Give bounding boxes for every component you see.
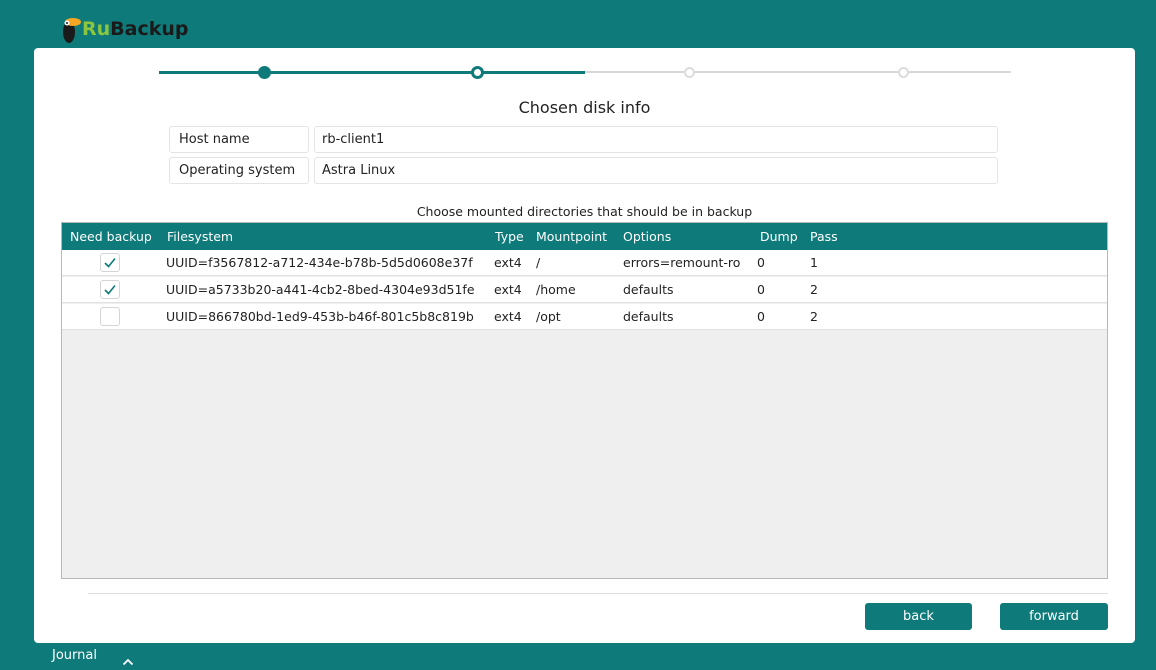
step-4-dot[interactable] bbox=[898, 67, 909, 78]
dump-cell: 0 bbox=[757, 255, 765, 270]
need-backup-checkbox[interactable] bbox=[100, 280, 120, 299]
dump-cell: 0 bbox=[757, 282, 765, 297]
column-need-backup[interactable]: Need backup bbox=[70, 223, 152, 250]
mountpoint-cell: /home bbox=[536, 282, 576, 297]
column-options[interactable]: Options bbox=[623, 223, 671, 250]
mountpoint-cell: /opt bbox=[536, 309, 561, 324]
options-cell: defaults bbox=[623, 282, 674, 297]
column-type[interactable]: Type bbox=[495, 223, 524, 250]
pass-cell: 2 bbox=[810, 309, 818, 324]
operating-system-field[interactable]: Astra Linux bbox=[314, 157, 998, 184]
type-cell: ext4 bbox=[494, 255, 522, 270]
step-3-dot[interactable] bbox=[684, 67, 695, 78]
logo-text-ru: Ru bbox=[82, 18, 111, 40]
mounted-directories-table: Need backup Filesystem Type Mountpoint O… bbox=[61, 222, 1108, 579]
options-cell: defaults bbox=[623, 309, 674, 324]
operating-system-row: Operating system Astra Linux bbox=[169, 157, 998, 184]
operating-system-label: Operating system bbox=[169, 157, 309, 184]
column-filesystem[interactable]: Filesystem bbox=[167, 223, 233, 250]
host-name-field[interactable]: rb-client1 bbox=[314, 126, 998, 153]
filesystem-cell: UUID=f3567812-a712-434e-b78b-5d5d0608e37… bbox=[166, 255, 473, 270]
logo-text-backup: Backup bbox=[110, 18, 189, 40]
column-dump[interactable]: Dump bbox=[760, 223, 798, 250]
step-1-dot[interactable] bbox=[258, 66, 271, 79]
pass-cell: 2 bbox=[810, 282, 818, 297]
type-cell: ext4 bbox=[494, 309, 522, 324]
footer-divider bbox=[88, 593, 1108, 594]
filesystem-cell: UUID=a5733b20-a441-4cb2-8bed-4304e93d51f… bbox=[166, 282, 475, 297]
options-cell: errors=remount-ro bbox=[623, 255, 741, 270]
step-2-dot[interactable] bbox=[471, 66, 484, 79]
app-logo: Ru Backup bbox=[60, 12, 189, 46]
chevron-up-icon[interactable] bbox=[122, 651, 134, 670]
forward-button[interactable]: forward bbox=[1000, 603, 1108, 630]
toucan-logo-icon bbox=[60, 14, 81, 44]
type-cell: ext4 bbox=[494, 282, 522, 297]
table-row[interactable]: UUID=f3567812-a712-434e-b78b-5d5d0608e37… bbox=[62, 250, 1107, 276]
need-backup-checkbox[interactable] bbox=[100, 307, 120, 326]
table-caption: Choose mounted directories that should b… bbox=[416, 204, 753, 219]
journal-toggle[interactable]: Journal bbox=[52, 648, 97, 663]
checkmark-icon bbox=[104, 257, 116, 268]
back-button[interactable]: back bbox=[865, 603, 972, 630]
need-backup-checkbox[interactable] bbox=[100, 253, 120, 272]
wizard-stepper bbox=[159, 62, 1011, 82]
table-header: Need backup Filesystem Type Mountpoint O… bbox=[62, 223, 1107, 250]
column-mountpoint[interactable]: Mountpoint bbox=[536, 223, 607, 250]
mountpoint-cell: / bbox=[536, 255, 541, 270]
column-pass[interactable]: Pass bbox=[810, 223, 838, 250]
dump-cell: 0 bbox=[757, 309, 765, 324]
wizard-panel: Chosen disk info Host name rb-client1 Op… bbox=[34, 48, 1135, 643]
filesystem-cell: UUID=866780bd-1ed9-453b-b46f-801c5b8c819… bbox=[166, 309, 474, 324]
table-row[interactable]: UUID=866780bd-1ed9-453b-b46f-801c5b8c819… bbox=[62, 304, 1107, 330]
host-name-row: Host name rb-client1 bbox=[169, 126, 998, 153]
page-title: Chosen disk info bbox=[518, 98, 651, 117]
host-name-label: Host name bbox=[169, 126, 309, 153]
table-row[interactable]: UUID=a5733b20-a441-4cb2-8bed-4304e93d51f… bbox=[62, 277, 1107, 303]
pass-cell: 1 bbox=[810, 255, 818, 270]
checkmark-icon bbox=[104, 284, 116, 295]
